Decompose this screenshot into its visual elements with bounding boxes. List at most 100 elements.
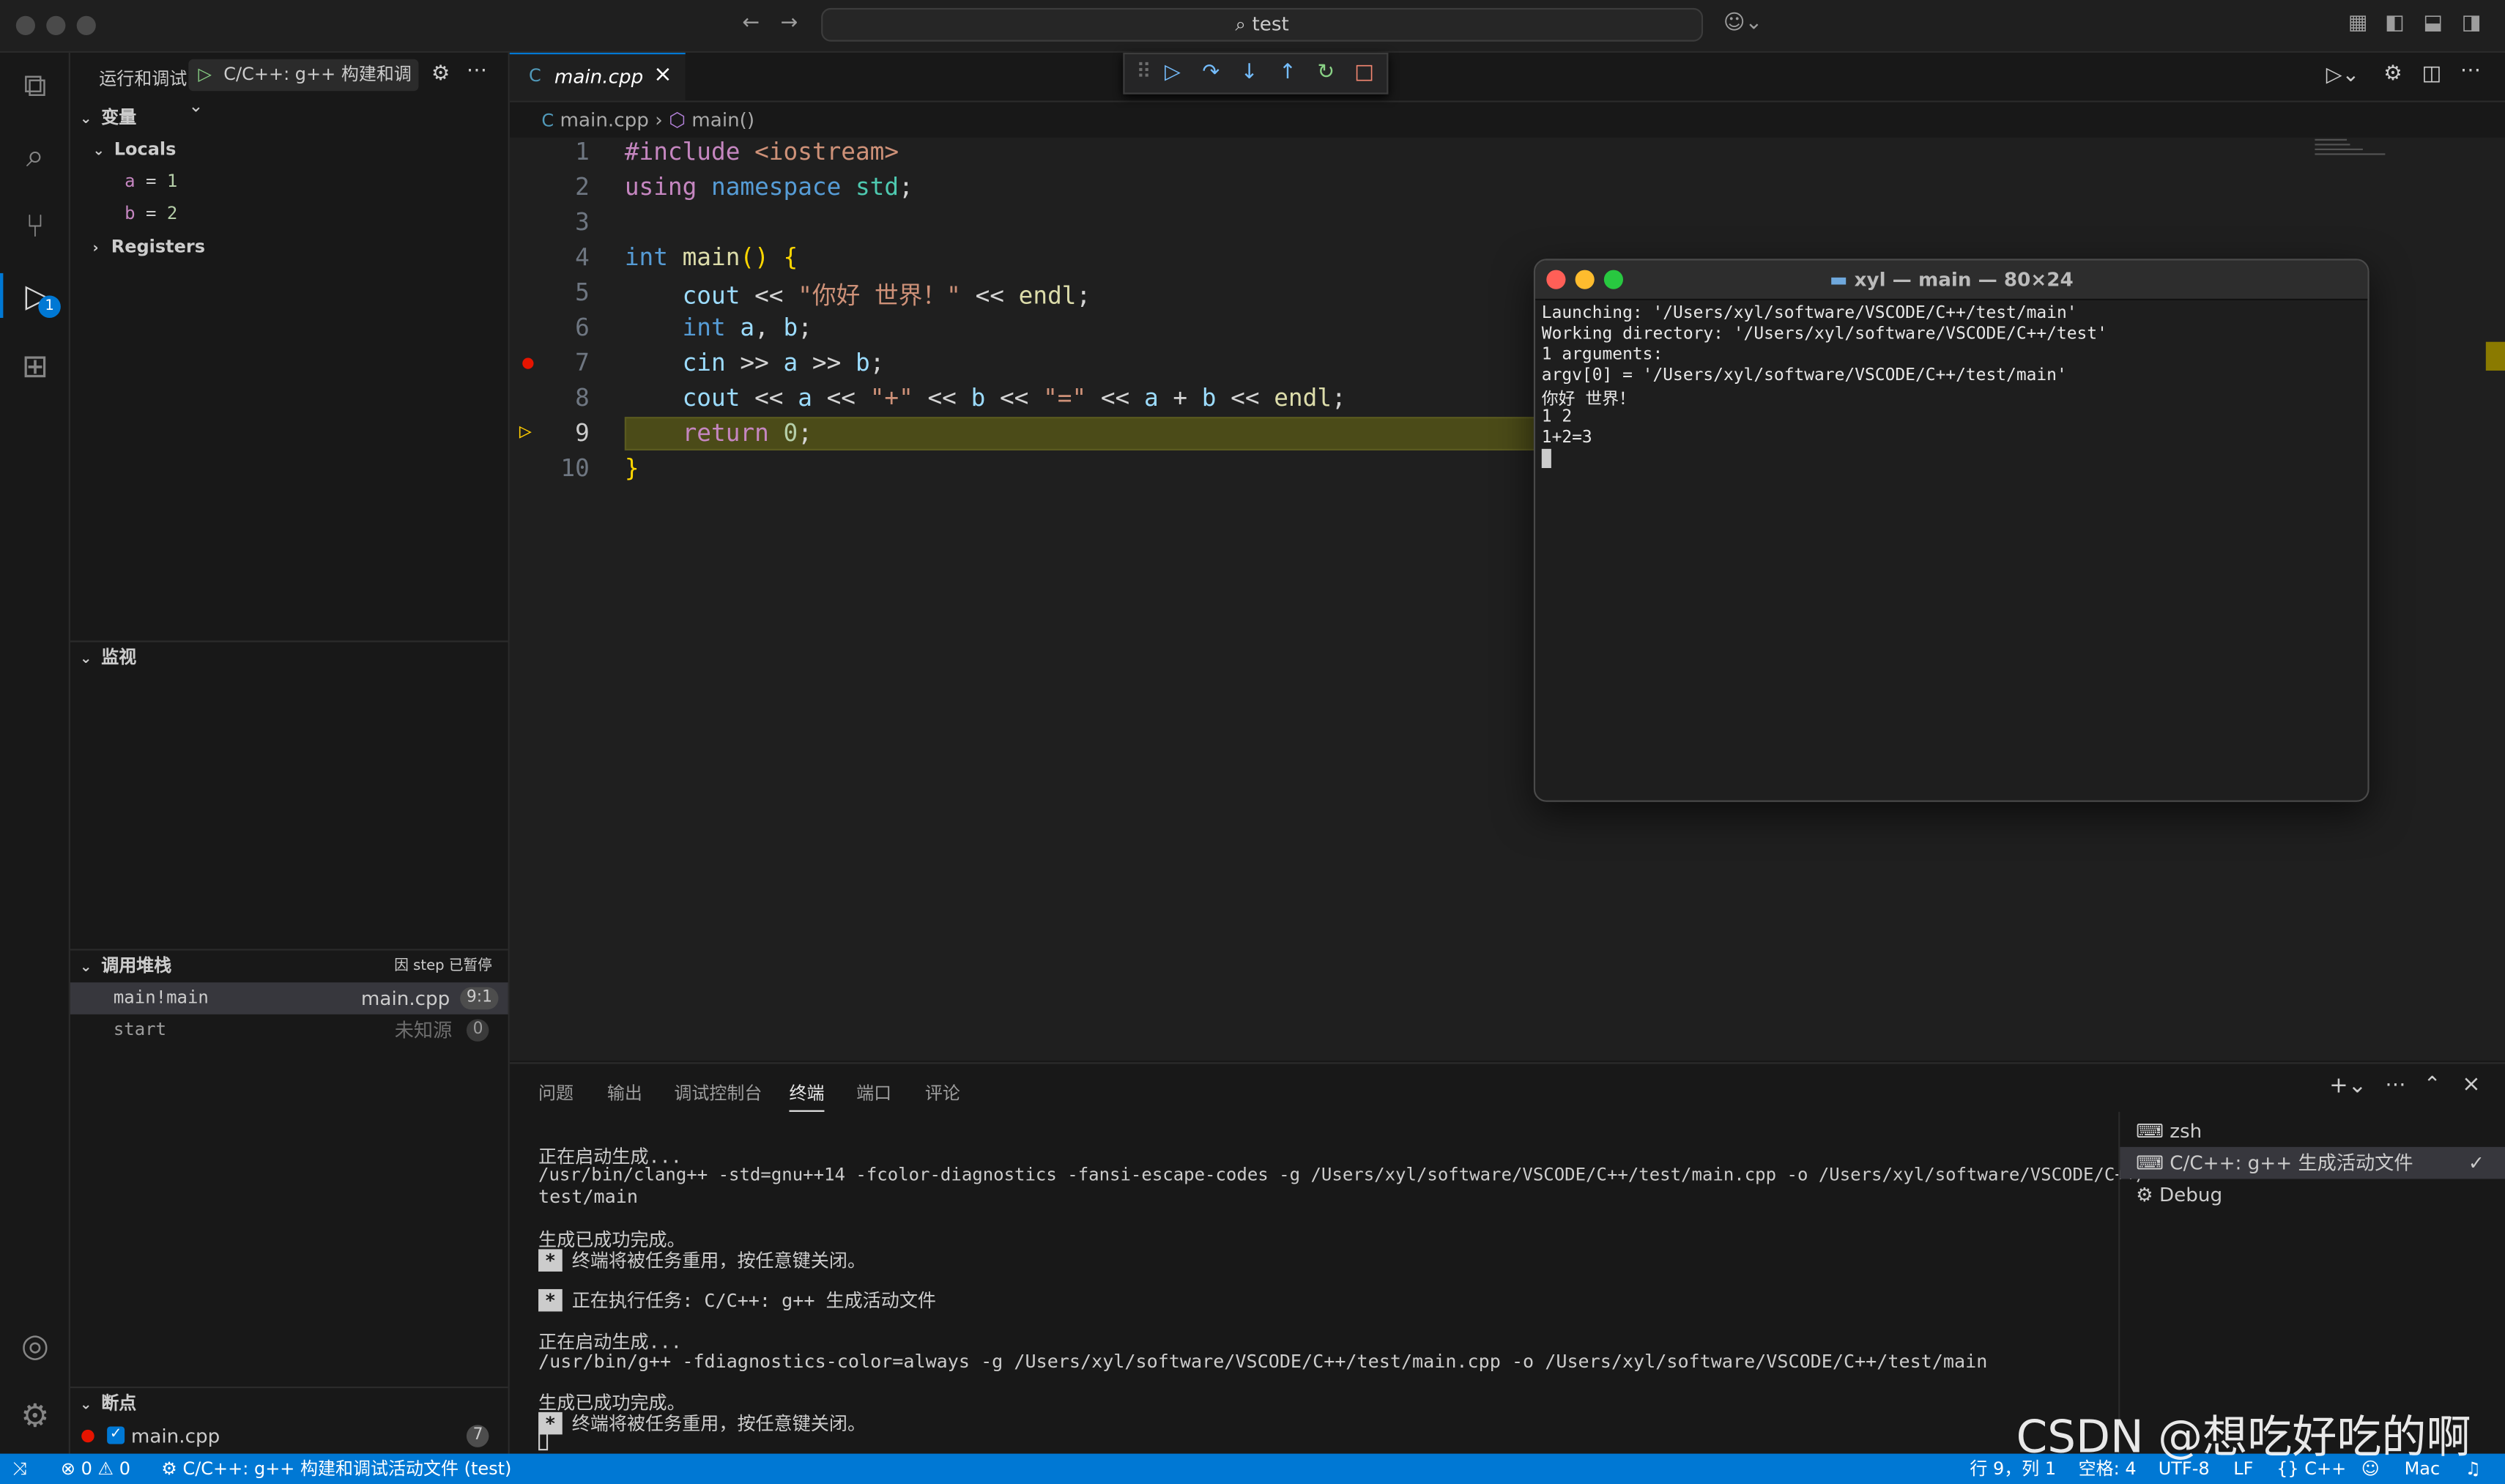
close-icon[interactable]: × [653,62,672,88]
split-editor-icon[interactable]: ◫ [2422,62,2442,86]
variables-title: 变量 [101,107,137,128]
start-debugging-icon[interactable]: ▷ [198,64,211,84]
breadcrumb-symbol[interactable]: main() [691,108,754,131]
breadcrumb-file[interactable]: main.cpp [560,108,649,131]
breakpoints-section-header[interactable]: ⌄ 断点 [70,1388,508,1420]
terminal-line: test/main [538,1185,638,1208]
window-zoom-button[interactable] [76,15,96,35]
chevron-down-icon: ⌄ [80,960,92,976]
frame-position-badge: 0 [466,1019,490,1042]
problems-indicator[interactable]: ⊗ 0 ⚠ 0 [61,1454,130,1484]
stack-frame-row[interactable]: main!main main.cpp 9:1 [70,982,508,1014]
close-panel-icon[interactable]: × [2462,1072,2481,1097]
callstack-title: 调用堆栈 [101,955,172,976]
terminal-item-zsh[interactable]: ⌨ zsh [2136,1115,2202,1147]
frame-position-badge: 9:1 [460,987,499,1010]
activity-bar: ⧉ ⌕ ⑂ ▷ 1 ⊞ ◎ ⚙ [0,52,72,1454]
stop-icon[interactable]: □ [1351,61,1377,86]
terminal-close-button[interactable] [1546,270,1566,289]
terminal-cursor [1541,448,1551,468]
terminal-zoom-button[interactable] [1603,270,1624,289]
back-arrow-icon[interactable]: ← [740,12,762,35]
more-actions-icon[interactable]: ⋯ [2460,59,2481,84]
stack-frame-row[interactable]: start 未知源 0 [70,1014,508,1047]
restart-icon[interactable]: ↻ [1313,61,1339,86]
layout-customize-icon[interactable]: ▦ [2347,12,2369,35]
variable-name: b [125,202,136,224]
variable-row[interactable]: a = 1 [125,166,563,199]
variables-section-header[interactable]: ⌄ 变量 [70,103,508,135]
more-actions-icon[interactable]: ⋯ [2385,1074,2405,1098]
watch-section-header[interactable]: ⌄ 监视 [70,642,508,675]
registers-scope[interactable]: › Registers [70,231,508,264]
new-terminal-plus-icon[interactable]: +⌄ [2329,1074,2367,1099]
frame-name: main!main [113,987,209,1009]
command-center-search[interactable]: ⌕ test [821,7,1704,42]
toggle-sidebar-icon[interactable]: ◧ [2383,12,2406,35]
line-number: 8 [575,383,590,412]
terminal-item-build[interactable]: ⌨ C/C++: g++ 生成活动文件 ✓ [2120,1146,2505,1179]
terminal-minimize-button[interactable] [1575,270,1595,289]
breakpoint-checkbox[interactable]: ✓ [107,1426,125,1444]
terminal-line-text: 正在执行任务: C/C++: g++ 生成活动文件 [571,1288,937,1312]
terminal-icon: ⌨ [2136,1119,2164,1143]
symbol-method-icon: ⬡ [669,108,686,131]
debug-target-indicator[interactable]: ⚙ C/C++: g++ 构建和调试活动文件 (test) [161,1454,511,1484]
callstack-section-header[interactable]: ⌄ 调用堆栈 因 step 已暂停 [70,951,508,983]
maximize-panel-icon[interactable]: ⌃ [2424,1074,2441,1098]
breakpoint-file: main.cpp [130,1425,220,1447]
remote-icon[interactable]: ⤨ [12,1454,26,1484]
tab-output[interactable]: 输出 [607,1080,642,1105]
tab-debug-console[interactable]: 调试控制台 [674,1080,762,1105]
minimap[interactable] [2315,138,2394,160]
extensions-icon[interactable]: ⊞ [12,344,57,388]
macos-terminal-window[interactable]: ▬ xyl — main — 80×24 Launching: '/Users/… [1533,259,2369,802]
breadcrumb: C main.cpp › ⬡ main() [510,103,754,138]
breakpoints-title: 断点 [101,1392,137,1414]
debug-settings-gear-icon[interactable]: ⚙ [2383,62,2402,86]
terminal-output-line: argv[0] = '/Users/xyl/software/VSCODE/C+… [1541,366,2067,385]
step-out-icon[interactable]: ↑ [1275,61,1301,86]
run-file-icon[interactable]: ▷⌄ [2326,64,2360,88]
forward-arrow-icon[interactable]: → [778,12,801,35]
debug-gear-icon: ⚙ [2136,1184,2153,1206]
window-minimize-button[interactable] [46,15,66,35]
search-icon: ⌕ [1235,12,1247,35]
manage-gear-icon[interactable]: ⚙ [12,1393,57,1438]
terminal-line: * 正在执行任务: C/C++: g++ 生成活动文件 [538,1288,936,1313]
terminal-item-debug[interactable]: ⚙ Debug [2136,1179,2222,1211]
tab-problems[interactable]: 问题 [538,1080,574,1105]
terminal-window-titlebar[interactable]: ▬ xyl — main — 80×24 [1535,260,2368,300]
locals-scope[interactable]: ⌄ Locals [70,134,508,166]
task-star-badge: * [538,1249,563,1272]
run-debug-sidebar: 运行和调试 ▷ C/C++: g++ 构建和调 ⌄ ⚙ ⋯ ⌄ 变量 ⌄ Loc… [70,52,510,1454]
terminal-output[interactable]: 正在启动生成... /usr/bin/clang++ -std=gnu++14 … [510,1143,2147,1455]
warning-icon: ⚠ [97,1458,114,1480]
code-line: return 0; [682,418,812,448]
continue-icon[interactable]: ▷ [1159,61,1185,86]
variable-row[interactable]: b = 2 [125,198,563,230]
tab-ports[interactable]: 端口 [856,1080,891,1105]
search-icon[interactable]: ⌕ [12,133,57,177]
step-over-icon[interactable]: ↷ [1198,61,1224,86]
copilot-icon[interactable]: ☺⌄ [1722,12,1764,35]
breakpoint-row[interactable]: ✓ main.cpp 7 [70,1420,508,1453]
toggle-panel-icon[interactable]: ⬓ [2422,12,2445,35]
cpp-file-icon: C [528,65,541,86]
more-actions-icon[interactable]: ⋯ [467,59,487,84]
explorer-icon[interactable]: ⧉ [12,62,57,107]
tab-terminal[interactable]: 终端 [789,1080,825,1112]
window-close-button[interactable] [15,15,35,35]
debug-config-select[interactable]: ▷ C/C++: g++ 构建和调 ⌄ [188,59,419,116]
open-launch-json-gear-icon[interactable]: ⚙ [431,62,450,86]
run-debug-icon[interactable]: ▷ 1 [0,272,72,318]
drag-handle-icon[interactable]: ⠿ [1131,61,1157,86]
callstack-status: 因 step 已暂停 [394,958,492,975]
source-control-icon[interactable]: ⑂ [12,203,57,248]
account-icon[interactable]: ◎ [12,1323,57,1368]
step-into-icon[interactable]: ↓ [1236,61,1262,86]
tab-main-cpp[interactable]: C main.cpp × [509,52,686,101]
tab-comments[interactable]: 评论 [925,1080,960,1105]
breakpoint-dot-icon[interactable] [522,357,534,369]
toggle-secondary-sidebar-icon[interactable]: ◨ [2460,12,2483,35]
